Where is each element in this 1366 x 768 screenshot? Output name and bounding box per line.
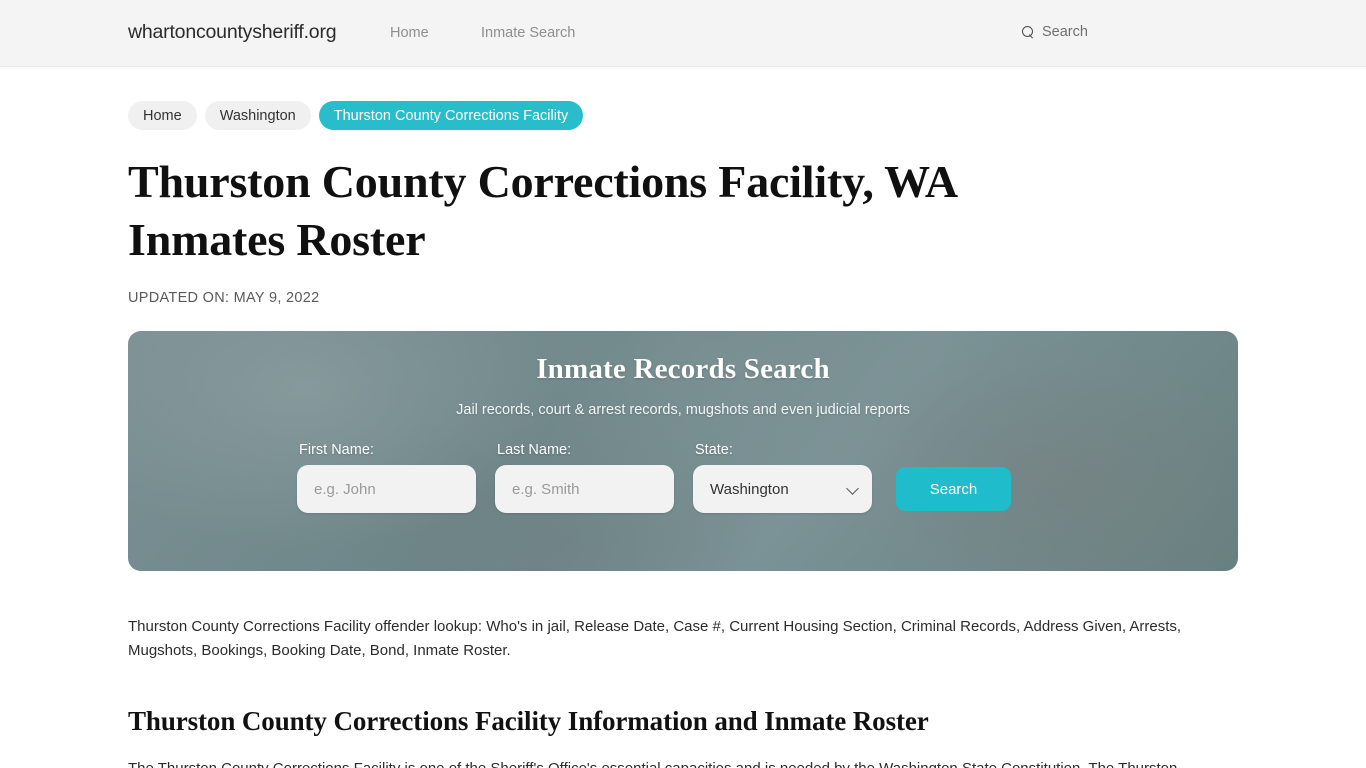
body-paragraph: The Thurston County Corrections Facility… xyxy=(128,757,1248,768)
header-inner: whartoncountysheriff.org Home Inmate Sea… xyxy=(0,0,1366,67)
nav-item-home[interactable]: Home xyxy=(390,25,429,41)
site-header: whartoncountysheriff.org Home Inmate Sea… xyxy=(0,0,1366,67)
breadcrumb-item-washington[interactable]: Washington xyxy=(204,101,311,130)
updated-on-text: UPDATED ON: MAY 9, 2022 xyxy=(128,290,320,306)
breadcrumb-item-current[interactable]: Thurston County Corrections Facility xyxy=(318,101,584,130)
site-logo-link[interactable]: whartoncountysheriff.org xyxy=(128,21,337,44)
state-label: State: xyxy=(695,442,733,458)
state-select[interactable]: Washington xyxy=(693,465,872,513)
state-select-wrapper: Washington xyxy=(693,465,872,513)
nav-item-inmate-search[interactable]: Inmate Search xyxy=(481,25,575,41)
content-wrapper: Home Washington Thurston County Correcti… xyxy=(128,67,1238,768)
header-search-toggle[interactable]: Search xyxy=(1022,24,1088,40)
breadcrumb-item-home[interactable]: Home xyxy=(128,101,197,130)
inmate-search-form: First Name: Last Name: State: Washington xyxy=(128,442,1238,513)
breadcrumb: Home Washington Thurston County Correcti… xyxy=(128,101,1238,130)
lead-paragraph: Thurston County Corrections Facility off… xyxy=(128,618,1182,659)
search-submit-button[interactable]: Search xyxy=(896,467,1011,511)
last-name-label: Last Name: xyxy=(497,442,572,458)
first-name-label: First Name: xyxy=(299,442,374,458)
last-name-input[interactable] xyxy=(495,465,674,513)
inmate-records-search-panel: Inmate Records Search Jail records, cour… xyxy=(128,331,1238,571)
page-title: Thurston County Corrections Facility, WA… xyxy=(128,156,956,265)
search-icon xyxy=(1022,25,1035,39)
last-name-field-group: Last Name: xyxy=(495,442,674,513)
first-name-field-group: First Name: xyxy=(297,442,476,513)
state-field-group: State: Washington xyxy=(693,442,872,513)
search-panel-subtitle: Jail records, court & arrest records, mu… xyxy=(456,402,910,418)
first-name-input[interactable] xyxy=(297,465,476,513)
header-search-label: Search xyxy=(1042,24,1088,40)
search-panel-title: Inmate Records Search xyxy=(536,353,830,385)
section-heading: Thurston County Corrections Facility Inf… xyxy=(128,706,929,736)
